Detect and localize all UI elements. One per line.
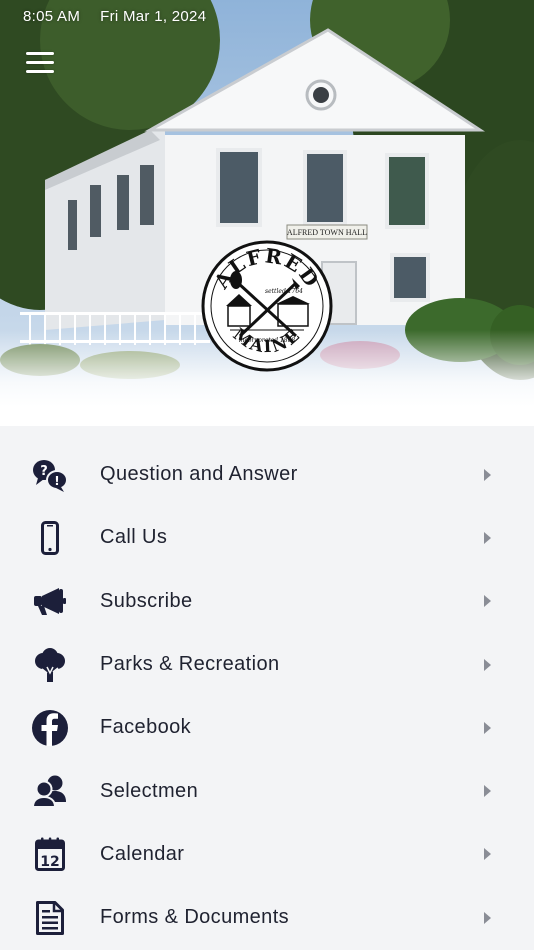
- status-date: Fri Mar 1, 2024: [100, 7, 207, 25]
- menu-item-selectmen[interactable]: Selectmen: [0, 759, 534, 822]
- chevron-right-icon: [484, 531, 491, 544]
- calendar-icon: 12: [30, 834, 70, 874]
- menu-item-label: Forms & Documents: [100, 906, 290, 929]
- menu-list: ? ! Question and Answer Call Us Subscrib…: [0, 443, 534, 949]
- chevron-right-icon: [484, 911, 491, 924]
- menu-item-label: Selectmen: [100, 779, 199, 802]
- chevron-right-icon: [484, 595, 491, 608]
- question-answer-icon: ? !: [30, 455, 70, 495]
- document-icon: [30, 898, 70, 938]
- menu-item-label: Parks & Recreation: [100, 653, 280, 676]
- menu-item-label: Call Us: [100, 526, 168, 549]
- menu-item-parks-recreation[interactable]: Parks & Recreation: [0, 633, 534, 696]
- hamburger-menu-icon[interactable]: [26, 52, 56, 78]
- svg-text:12: 12: [40, 854, 59, 870]
- status-time: 8:05 AM: [23, 7, 81, 25]
- chevron-right-icon: [484, 658, 491, 671]
- status-bar: 8:05 AM Fri Mar 1, 2024: [0, 0, 534, 32]
- chevron-right-icon: [484, 468, 491, 481]
- chevron-right-icon: [484, 785, 491, 798]
- menu-item-question-and-answer[interactable]: ? ! Question and Answer: [0, 443, 534, 506]
- seal-incorporated: incorporated 1808: [239, 337, 296, 344]
- building-sign-text: ALFRED TOWN HALL: [287, 228, 367, 237]
- chevron-right-icon: [484, 848, 491, 861]
- phone-icon: [30, 518, 70, 558]
- menu-item-label: Question and Answer: [100, 463, 298, 486]
- menu-item-call-us[interactable]: Call Us: [0, 506, 534, 569]
- menu-item-label: Calendar: [100, 842, 185, 865]
- hero-image: ALFRED TOWN HALL ALFRED MAINE settled 17…: [0, 0, 534, 426]
- megaphone-icon: [30, 581, 70, 621]
- menu-item-calendar[interactable]: 12 Calendar: [0, 823, 534, 886]
- town-seal-logo: ALFRED MAINE settled 1764 incorporated 1…: [201, 240, 333, 372]
- facebook-icon: [30, 708, 70, 748]
- menu-item-forms-documents[interactable]: Forms & Documents: [0, 886, 534, 949]
- menu-item-label: Facebook: [100, 716, 192, 739]
- menu-item-facebook[interactable]: Facebook: [0, 696, 534, 759]
- menu-item-subscribe[interactable]: Subscribe: [0, 570, 534, 633]
- menu-item-label: Subscribe: [100, 589, 193, 612]
- svg-text:!: !: [54, 474, 59, 488]
- chevron-right-icon: [484, 721, 491, 734]
- people-icon: [30, 771, 70, 811]
- tree-icon: [30, 645, 70, 685]
